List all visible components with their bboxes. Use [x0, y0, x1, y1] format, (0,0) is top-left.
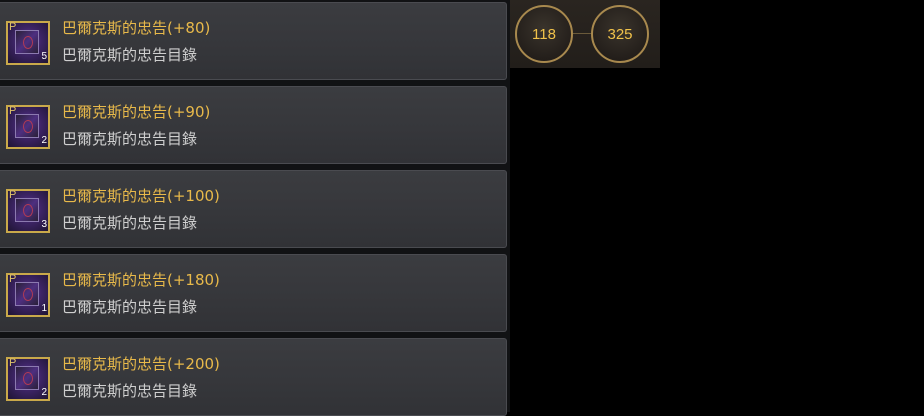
item-subtitle: 巴爾克斯的忠告目錄: [62, 214, 198, 232]
list-item[interactable]: P 2 巴爾克斯的忠告(+200) 巴爾克斯的忠告目錄: [0, 338, 507, 416]
list-item[interactable]: P 5 巴爾克斯的忠告(+80) 巴爾克斯的忠告目錄: [0, 2, 507, 80]
book-graphic: [15, 366, 39, 390]
item-subtitle: 巴爾克斯的忠告目錄: [62, 46, 198, 64]
item-name: 巴爾克斯的忠告(+80): [62, 19, 211, 37]
item-quantity: 5: [41, 51, 47, 62]
item-name: 巴爾克斯的忠告(+90): [62, 103, 211, 121]
item-quantity: 1: [41, 303, 47, 314]
rank-badge: P: [9, 189, 17, 201]
item-name: 巴爾克斯的忠告(+180): [62, 271, 220, 289]
scroll-book-icon[interactable]: P 2: [6, 357, 50, 401]
rank-badge: P: [9, 21, 17, 33]
scroll-book-icon[interactable]: P 3: [6, 189, 50, 233]
book-graphic: [15, 282, 39, 306]
rank-badge: P: [9, 273, 17, 285]
scroll-book-icon[interactable]: P 1: [6, 273, 50, 317]
stat-circle-1[interactable]: 118: [515, 5, 573, 63]
scroll-book-icon[interactable]: P 5: [6, 21, 50, 65]
stat-circle-2[interactable]: 325: [591, 5, 649, 63]
rank-badge: P: [9, 105, 17, 117]
list-item[interactable]: P 2 巴爾克斯的忠告(+90) 巴爾克斯的忠告目錄: [0, 86, 507, 164]
book-graphic: [15, 198, 39, 222]
item-subtitle: 巴爾克斯的忠告目錄: [62, 298, 198, 316]
book-graphic: [15, 114, 39, 138]
book-graphic: [15, 30, 39, 54]
item-subtitle: 巴爾克斯的忠告目錄: [62, 130, 198, 148]
item-quantity: 3: [41, 219, 47, 230]
list-item[interactable]: P 1 巴爾克斯的忠告(+180) 巴爾克斯的忠告目錄: [0, 254, 507, 332]
item-name: 巴爾克斯的忠告(+200): [62, 355, 220, 373]
scroll-book-icon[interactable]: P 2: [6, 105, 50, 149]
item-quantity: 2: [41, 135, 47, 146]
rank-badge: P: [9, 357, 17, 369]
stat-panel: 118 325: [510, 0, 660, 68]
list-item[interactable]: P 3 巴爾克斯的忠告(+100) 巴爾克斯的忠告目錄: [0, 170, 507, 248]
item-name: 巴爾克斯的忠告(+100): [62, 187, 220, 205]
item-quantity: 2: [41, 387, 47, 398]
item-subtitle: 巴爾克斯的忠告目錄: [62, 382, 198, 400]
item-list: P 5 巴爾克斯的忠告(+80) 巴爾克斯的忠告目錄 P 2 巴爾克斯的忠告(+…: [0, 0, 510, 416]
